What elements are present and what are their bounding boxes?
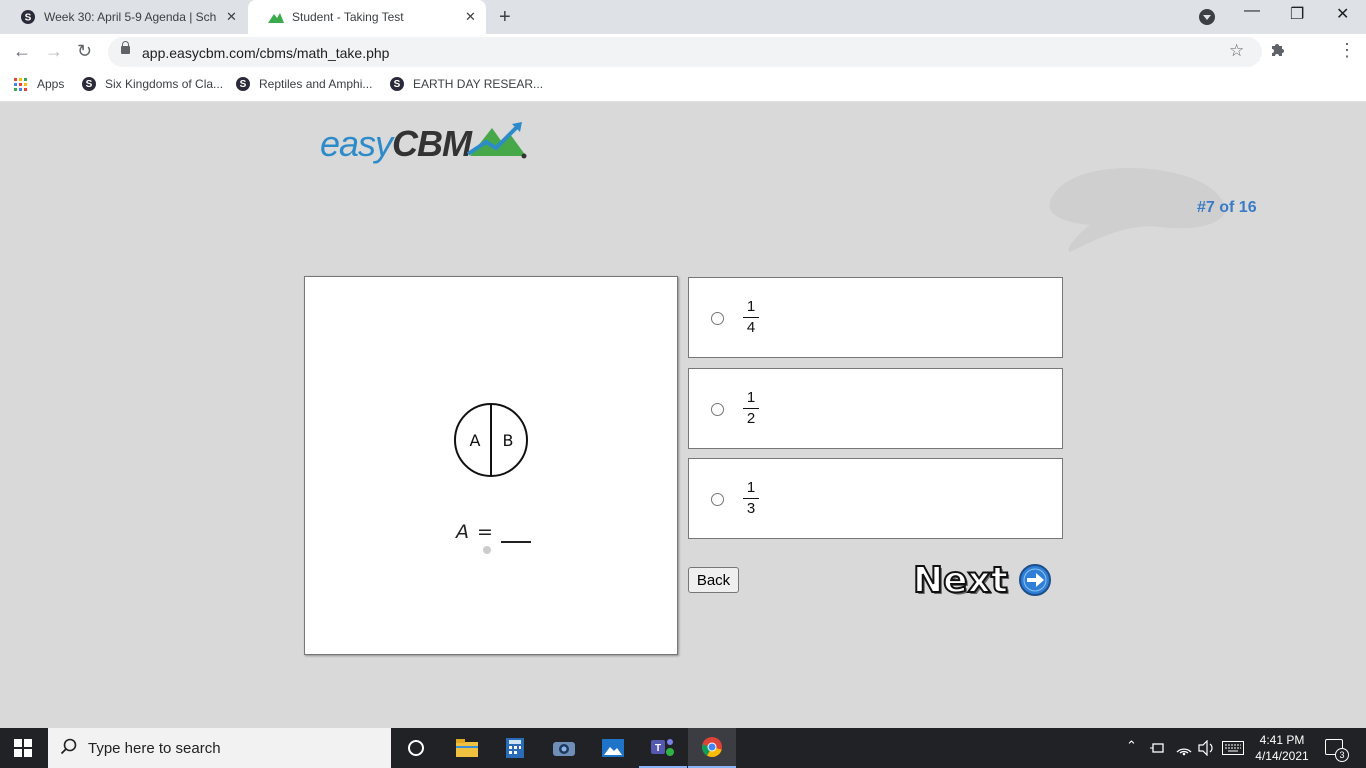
volume-icon[interactable]	[1198, 740, 1216, 756]
next-arrow-icon[interactable]	[1018, 563, 1052, 597]
easycbm-logo: easyCBM	[320, 120, 530, 164]
tab-title: Student - Taking Test	[292, 10, 404, 24]
next-button[interactable]: Next	[912, 557, 1052, 603]
fraction-one-half: 1 2	[743, 389, 759, 428]
bookmark-label: Apps	[37, 77, 65, 91]
browser-toolbar: ← → ↻ app.easycbm.com/cbms/math_take.php…	[0, 34, 1366, 70]
numerator: 1	[746, 479, 756, 496]
fraction-bar	[743, 498, 759, 499]
bookmarks-bar: Apps S Six Kingdoms of Cla... S Reptiles…	[0, 70, 1366, 102]
answer-choice-2[interactable]: 1 2	[688, 368, 1063, 449]
browser-tab-strip: S Week 30: April 5-9 Agenda | Sch ✕ Stud…	[0, 0, 1366, 34]
keyboard-icon[interactable]	[1222, 741, 1244, 755]
answer-radio-3[interactable]	[711, 493, 724, 506]
system-clock[interactable]: 4:41 PM 4/14/2021	[1254, 732, 1310, 764]
s-circle-icon: S	[20, 9, 36, 25]
fraction-bar	[743, 317, 759, 318]
circle-label-b: B	[503, 431, 514, 450]
close-tab-icon[interactable]: ✕	[226, 9, 237, 25]
answer-radio-2[interactable]	[711, 403, 724, 416]
tab-search-icon[interactable]	[1199, 9, 1215, 25]
easycbm-icon	[268, 9, 284, 25]
bookmark-label: Reptiles and Amphi...	[259, 77, 373, 91]
address-bar[interactable]: app.easycbm.com/cbms/math_take.php ☆	[108, 37, 1262, 67]
answer-choice-3[interactable]: 1 3	[688, 458, 1063, 539]
s-circle-icon: S	[82, 77, 96, 91]
logo-mountain-icon	[466, 122, 527, 159]
back-arrow-icon[interactable]: ←	[13, 41, 31, 62]
svg-text:S: S	[25, 13, 32, 24]
answer-choice-1[interactable]: 1 4	[688, 277, 1063, 358]
next-label[interactable]: Next	[912, 559, 1009, 602]
equation-variable: A	[456, 521, 469, 543]
circle-label-a: A	[470, 431, 481, 450]
logo-easy-text: easy	[320, 123, 393, 164]
url-text[interactable]: app.easycbm.com/cbms/math_take.php	[142, 45, 389, 61]
photos-icon[interactable]	[589, 728, 637, 768]
cortana-icon[interactable]	[392, 728, 440, 768]
taskbar-search-box[interactable]: Type here to search	[48, 728, 391, 768]
file-explorer-icon[interactable]	[443, 728, 491, 768]
tab-week-30-agenda[interactable]: S Week 30: April 5-9 Agenda | Sch ✕	[0, 0, 246, 34]
numerator: 1	[746, 389, 756, 406]
notification-count-badge: 3	[1335, 748, 1349, 762]
browser-menu-icon[interactable]: ⋮	[1338, 40, 1356, 61]
equation: A =	[456, 521, 531, 543]
answer-blank	[500, 525, 531, 543]
denominator: 3	[746, 500, 756, 517]
wifi-icon[interactable]	[1175, 740, 1193, 756]
question-counter: #7 of 16	[1197, 199, 1257, 216]
tab-title: Week 30: April 5-9 Agenda | Sch	[44, 10, 217, 24]
close-window-icon[interactable]: ✕	[1336, 4, 1349, 24]
chrome-icon[interactable]	[688, 728, 736, 768]
s-circle-icon: S	[236, 77, 250, 91]
extensions-puzzle-icon[interactable]	[1270, 41, 1286, 62]
divided-circle-figure: A B	[454, 403, 528, 477]
lock-icon[interactable]	[121, 41, 130, 54]
network-plug-icon[interactable]	[1150, 741, 1166, 755]
s-circle-icon: S	[390, 77, 404, 91]
answer-radio-1[interactable]	[711, 312, 724, 325]
numerator: 1	[746, 298, 756, 315]
show-hidden-icons-icon[interactable]: ⌃	[1126, 738, 1137, 754]
calculator-icon[interactable]	[491, 728, 539, 768]
bookmark-six-kingdoms[interactable]: S Six Kingdoms of Cla...	[82, 77, 223, 91]
close-tab-icon[interactable]: ✕	[465, 9, 476, 25]
new-tab-button[interactable]: +	[499, 6, 511, 29]
question-panel: A B A =	[304, 276, 678, 655]
restore-icon[interactable]: ❐	[1290, 4, 1304, 24]
fraction-one-fourth: 1 4	[743, 298, 759, 337]
bookmark-earth-day[interactable]: S EARTH DAY RESEAR...	[390, 77, 543, 91]
windows-start-icon[interactable]	[14, 739, 32, 757]
fraction-bar	[743, 408, 759, 409]
reload-icon[interactable]: ↻	[77, 41, 92, 62]
teams-icon[interactable]: T	[639, 728, 687, 768]
search-icon	[60, 738, 77, 755]
forward-arrow-icon[interactable]: →	[45, 41, 63, 62]
search-placeholder: Type here to search	[88, 740, 221, 757]
clock-time: 4:41 PM	[1259, 733, 1305, 747]
minimize-icon[interactable]: —	[1244, 2, 1260, 20]
bookmark-apps[interactable]: Apps	[14, 77, 64, 91]
cursor-indicator	[483, 546, 491, 554]
test-page: easyCBM #7 of 16 A B A = 1 4 1 2 1 3 Bac…	[0, 102, 1366, 728]
back-button[interactable]: Back	[688, 567, 739, 593]
logo-cbm-text: CBM	[392, 123, 472, 164]
bookmark-label: EARTH DAY RESEAR...	[413, 77, 544, 91]
bookmark-label: Six Kingdoms of Cla...	[105, 77, 224, 91]
denominator: 2	[746, 410, 756, 427]
windows-taskbar: Type here to search T ⌃ 4:41 PM 4/14/202…	[0, 728, 1366, 768]
fraction-one-third: 1 3	[743, 479, 759, 518]
tab-student-taking-test[interactable]: Student - Taking Test ✕	[248, 0, 486, 34]
clock-date: 4/14/2021	[1255, 749, 1309, 763]
svg-text:T: T	[655, 743, 661, 754]
denominator: 4	[746, 319, 756, 336]
bookmark-reptiles[interactable]: S Reptiles and Amphi...	[236, 77, 372, 91]
apps-grid-icon	[14, 77, 27, 91]
bookmark-star-icon[interactable]: ☆	[1229, 41, 1244, 61]
equation-sign: =	[477, 521, 493, 543]
camera-icon[interactable]	[540, 728, 588, 768]
